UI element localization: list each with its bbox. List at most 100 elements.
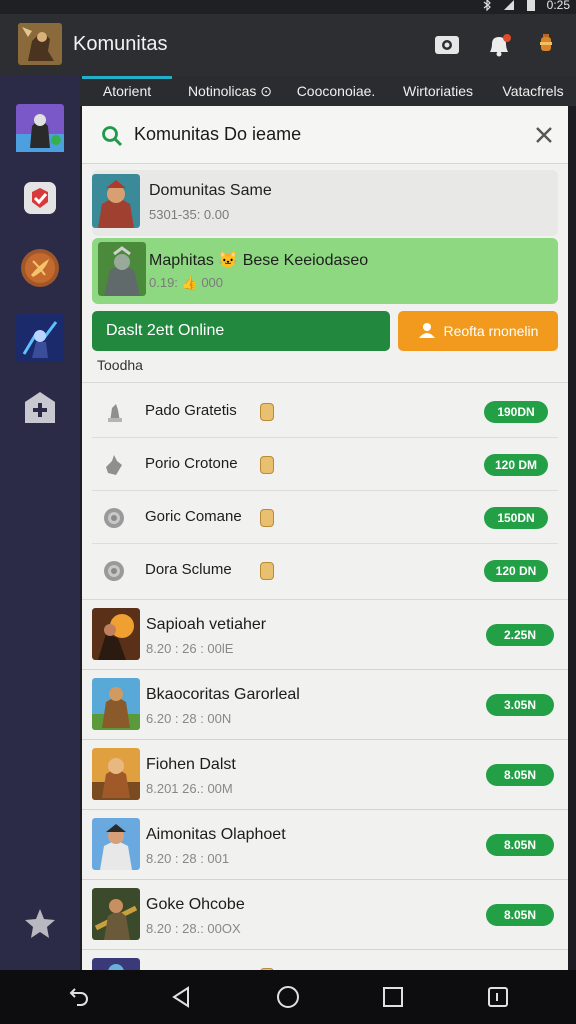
undo-button[interactable] [66, 984, 92, 1010]
search-icon [102, 126, 123, 147]
trophy-icon [540, 34, 552, 51]
game-thumbnail-icon [92, 748, 140, 800]
settings-label: Dora Sclume [145, 561, 232, 578]
featured-title: Domunitas Same [149, 182, 272, 199]
join-online-button[interactable]: Daslt 2ett Online [92, 311, 390, 351]
gear-icon [104, 508, 124, 528]
search-bar[interactable]: Komunitas Do ieame [82, 106, 568, 164]
puppet-icon [108, 404, 122, 422]
sidebar-item-4[interactable] [16, 314, 64, 362]
value-badge: 120 DM [484, 454, 548, 476]
recents-button[interactable] [380, 984, 406, 1010]
list-item[interactable]: Fiohen Dalst 8.201 26.: 00M 8.05N [82, 740, 568, 810]
featured-subtitle: 0.19: 👍 000 [149, 275, 224, 290]
coin-icon [260, 456, 274, 474]
app-logo [18, 23, 62, 65]
profile-button[interactable] [533, 32, 559, 58]
featured-subtitle: 5301-35: 0.00 [149, 207, 230, 222]
list-title: Fiohen Dalst [146, 756, 236, 773]
tab-3[interactable]: Cooconoiae. [286, 76, 386, 106]
value-badge: 2.25N [486, 624, 554, 646]
list-title: Aimonitas Olaphoet [146, 826, 286, 843]
screenshot-button[interactable] [485, 984, 511, 1010]
undo-icon [69, 988, 88, 1006]
tab-4[interactable]: Wirtoriaties [386, 76, 490, 106]
list-item[interactable]: Aimonitas Olaphoet 8.20 : 28 : 001 8.05N [82, 810, 568, 880]
settings-row-1[interactable]: Pado Gratetis 190DN [92, 386, 558, 438]
featured-item-1[interactable]: Domunitas Same 5301-35: 0.00 [92, 170, 558, 236]
value-badge: 3.05N [486, 694, 554, 716]
close-icon[interactable] [532, 123, 556, 147]
bluetooth-icon [483, 0, 491, 11]
secondary-action-button[interactable]: Reofta rnonelin [398, 311, 558, 351]
coin-icon [260, 403, 274, 421]
add-home-icon [25, 392, 55, 423]
list-subtitle: 8.20 : 28 : 001 [146, 851, 230, 866]
settings-row-4[interactable]: Dora Sclume 120 DN [92, 545, 558, 597]
value-badge: 150DN [484, 507, 548, 529]
sidebar [0, 76, 80, 970]
list-subtitle: 8.20 : 26 : 00lE [146, 641, 234, 656]
settings-row-2[interactable]: Porio Crotone 120 DM [92, 439, 558, 491]
list-item[interactable]: Bkaocoritas Garorleal 6.20 : 28 : 00N 3.… [82, 670, 568, 740]
value-badge: 190DN [484, 401, 548, 423]
camera-button[interactable] [434, 32, 460, 58]
coin-icon [260, 509, 274, 527]
home-icon [277, 986, 299, 1008]
app-root: 0:25 Komunitas Atorient Notinolicas ⊙ Co… [0, 0, 576, 1024]
game-thumbnail-icon [98, 242, 146, 296]
sidebar-item-3[interactable] [16, 244, 64, 292]
app-logo-icon [18, 23, 62, 65]
camera-icon [435, 36, 459, 54]
game-thumbnail-icon [92, 818, 140, 870]
sidebar-item-2[interactable] [16, 174, 64, 222]
coin-icon [260, 562, 274, 580]
value-badge: 8.05N [486, 764, 554, 786]
screenshot-icon [488, 987, 508, 1007]
list-item-partial[interactable] [82, 950, 568, 970]
signal-icon [503, 0, 514, 10]
value-badge: 8.05N [486, 834, 554, 856]
battery-icon [526, 0, 535, 11]
tab-2[interactable]: Notinolicas ⊙ [174, 76, 286, 106]
game-thumbnail-icon [92, 174, 140, 228]
game-avatar-icon [16, 104, 64, 152]
back-icon [172, 986, 189, 1008]
divider [82, 382, 568, 383]
settings-label: Porio Crotone [145, 455, 238, 472]
featured-title: Maphitas 🐱 Bese Keeiodaseo [149, 252, 369, 269]
search-input[interactable]: Komunitas Do ieame [134, 124, 301, 145]
list-title: Bkaocoritas Garorleal [146, 686, 300, 703]
users-icon [418, 323, 435, 338]
status-bar: 0:25 [0, 0, 576, 14]
bell-icon [490, 34, 511, 57]
value-badge: 8.05N [486, 904, 554, 926]
list-subtitle: 8.201 26.: 00M [146, 781, 233, 796]
app-title: Komunitas [73, 33, 168, 55]
shield-check-icon [24, 182, 56, 214]
game-thumbnail-icon [92, 608, 140, 660]
featured-item-2[interactable]: Maphitas 🐱 Bese Keeiodaseo 0.19: 👍 000 [92, 238, 558, 304]
app-bar: Komunitas [0, 14, 576, 76]
system-nav-bar [0, 970, 576, 1024]
hand-icon [106, 455, 122, 475]
game-hero-icon [16, 314, 64, 362]
back-button[interactable] [168, 984, 194, 1010]
main-panel: Komunitas Do ieame Domunitas Same 5301-3… [82, 106, 568, 970]
list-item[interactable]: Goke Ohcobe 8.20 : 28.: 00OX 8.05N [82, 880, 568, 950]
sidebar-favorites[interactable] [16, 900, 64, 948]
settings-row-3[interactable]: Goric Comane 150DN [92, 492, 558, 544]
tab-bar: Atorient Notinolicas ⊙ Cooconoiae. Wirto… [80, 76, 576, 106]
game-thumbnail-icon [92, 958, 140, 970]
tab-1[interactable]: Atorient [80, 76, 174, 106]
list-subtitle: 6.20 : 28 : 00N [146, 711, 232, 726]
gear-icon [104, 561, 124, 581]
sidebar-item-5[interactable] [16, 384, 64, 432]
tab-5[interactable]: Vatacfrels [490, 76, 576, 106]
home-button[interactable] [275, 984, 301, 1010]
section-label: Toodha [97, 357, 143, 373]
notifications-button[interactable] [486, 32, 512, 58]
game-thumbnail-icon [92, 888, 140, 940]
list-item[interactable]: Sapioah vetiaher 8.20 : 26 : 00lE 2.25N [82, 600, 568, 670]
sidebar-item-1[interactable] [16, 104, 64, 152]
